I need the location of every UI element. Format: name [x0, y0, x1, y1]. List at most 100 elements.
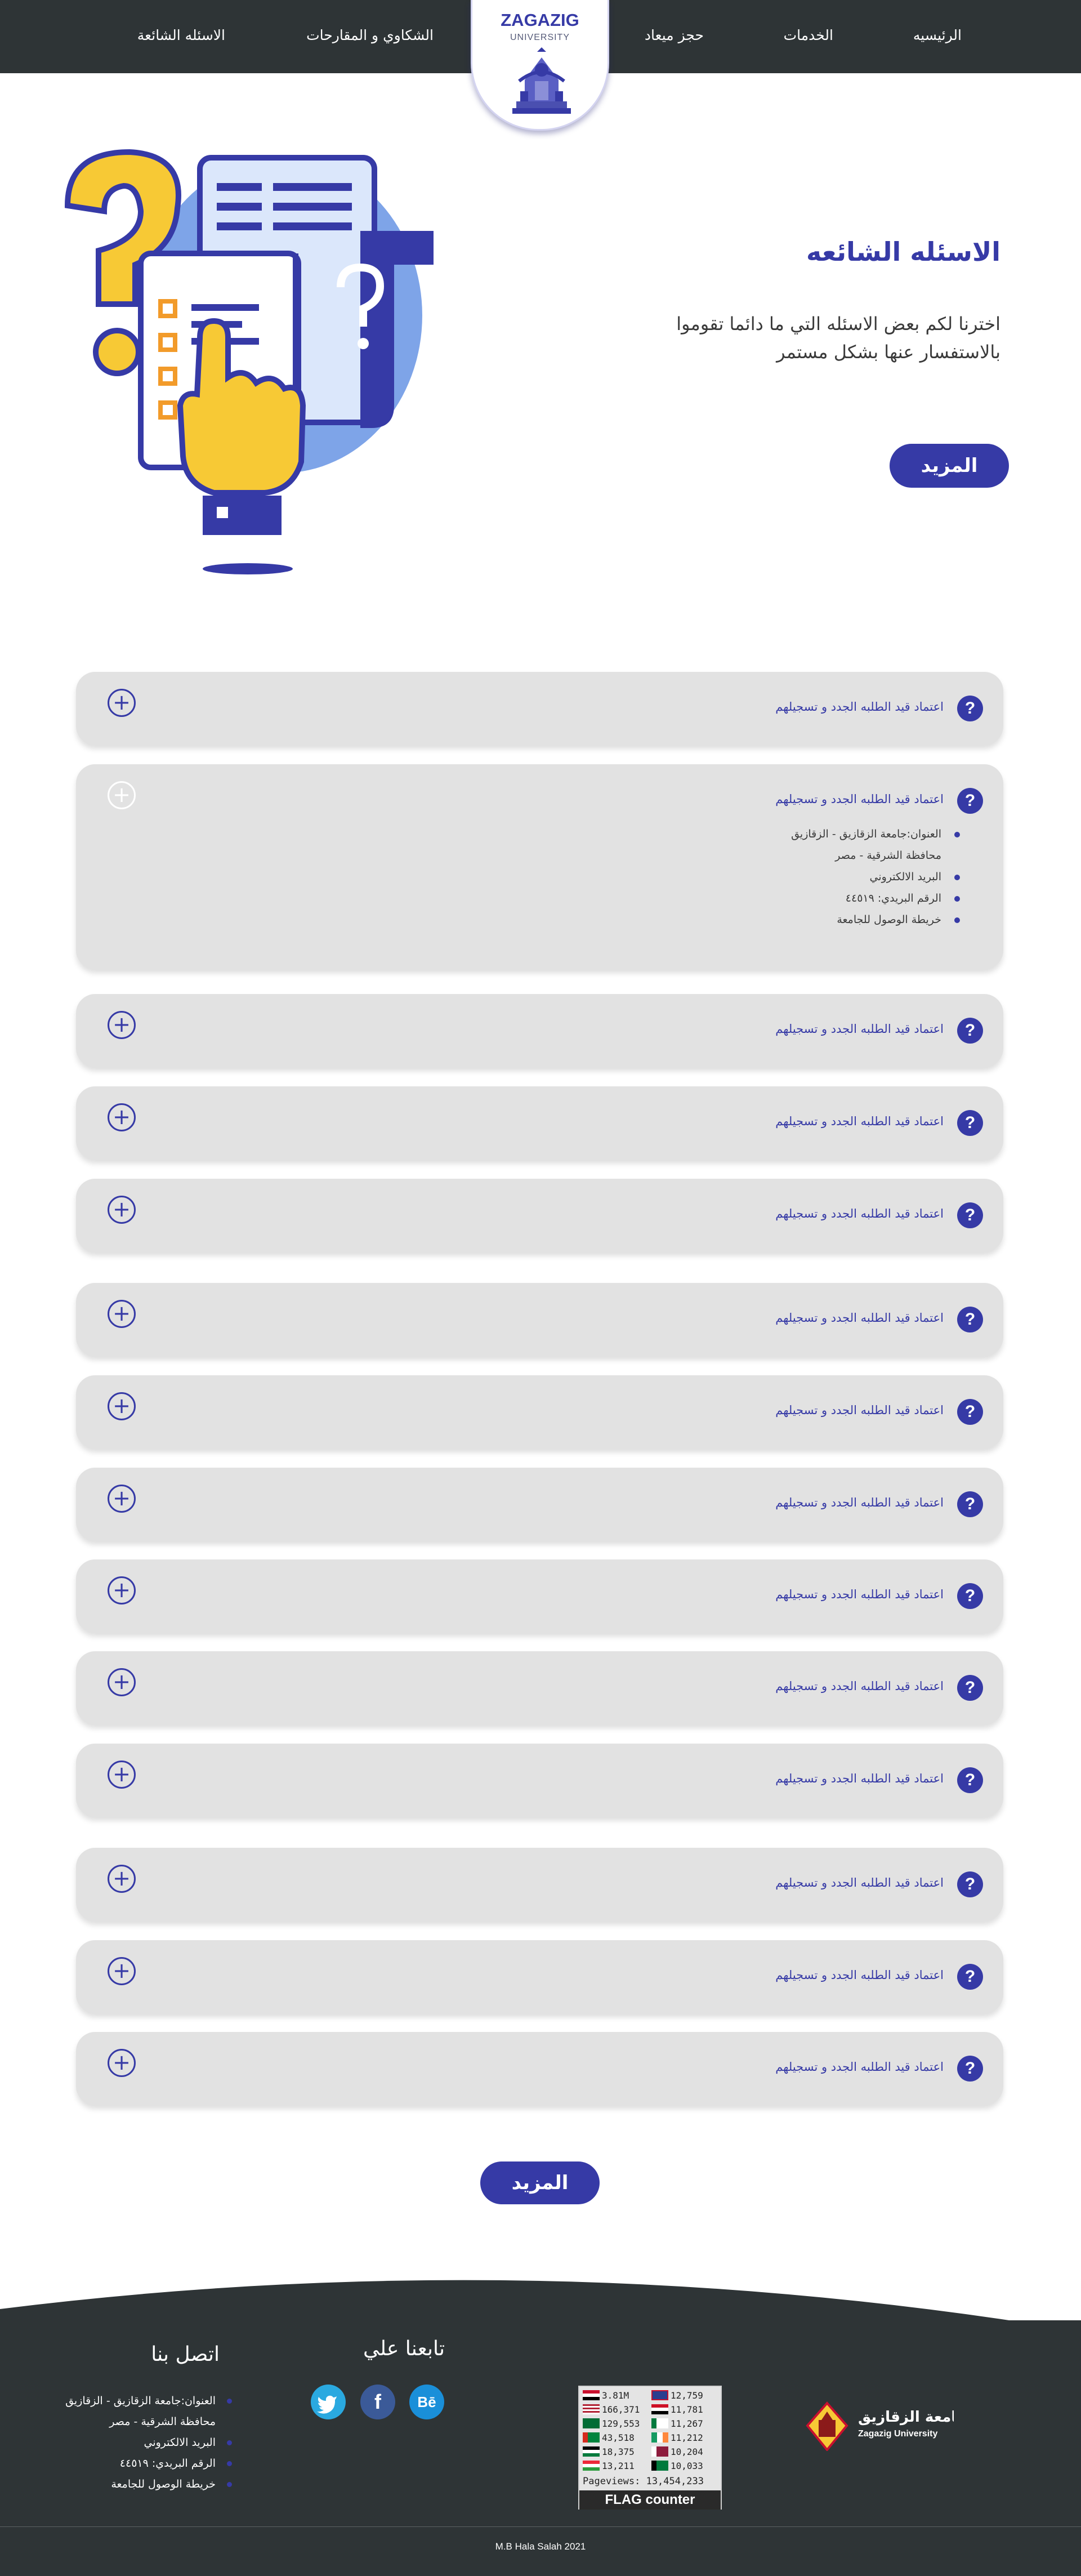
faq-question: اعتماد قيد الطلبه الجدد و تسجيلهم	[775, 1207, 944, 1220]
faq-question: اعتماد قيد الطلبه الجدد و تسجيلهم	[775, 1772, 944, 1785]
flag-usa-icon	[583, 2404, 600, 2414]
nav-link-home[interactable]: الرئيسيه	[913, 27, 962, 43]
counter-value: 11,212	[671, 2432, 703, 2443]
faq-question: اعتماد قيد الطلبه الجدد و تسجيلهم	[775, 700, 944, 714]
question-icon: ?	[957, 1110, 983, 1136]
flag-algeria-icon	[651, 2418, 668, 2428]
flag-uk-icon	[651, 2390, 668, 2400]
plus-icon[interactable]: +	[108, 1761, 136, 1789]
faq-question: اعتماد قيد الطلبه الجدد و تسجيلهم	[775, 1876, 944, 1889]
faq-item[interactable]: ? اعتماد قيد الطلبه الجدد و تسجيلهم +	[76, 1086, 1003, 1160]
contact-map-link[interactable]: خريطة الوصول للجامعة	[65, 2474, 232, 2495]
faq-item-expanded[interactable]: ? اعتماد قيد الطلبه الجدد و تسجيلهم + ال…	[76, 764, 1003, 969]
plus-icon[interactable]: +	[108, 1485, 136, 1513]
contact-address: العنوان:جامعة الزقازيق - الزقازيق	[65, 2391, 232, 2412]
faq-item[interactable]: ? اعتماد قيد الطلبه الجدد و تسجيلهم +	[76, 2032, 1003, 2105]
page-title: الاسئله الشائعه	[806, 237, 1000, 267]
faq-item[interactable]: ? اعتماد قيد الطلبه الجدد و تسجيلهم +	[76, 1375, 1003, 1449]
faq-illustration	[64, 149, 434, 574]
answer-map-link[interactable]: خريطة الوصول للجامعة	[791, 909, 960, 930]
plus-icon[interactable]: +	[108, 2049, 136, 2077]
plus-icon[interactable]: +	[108, 781, 136, 809]
question-icon: ?	[957, 2056, 983, 2082]
faq-item[interactable]: ? اعتماد قيد الطلبه الجدد و تسجيلهم +	[76, 1283, 1003, 1356]
question-icon: ?	[957, 788, 983, 814]
nav-link-services[interactable]: الخدمات	[784, 27, 833, 43]
answer-region: محافظة الشرقية - مصر	[835, 849, 941, 862]
plus-icon[interactable]: +	[108, 1576, 136, 1605]
logo-title: ZAGAZIG	[501, 10, 579, 30]
answer-postal: الرقم البريدي: ٤٤٥١٩	[791, 888, 960, 909]
counter-value: 10,204	[671, 2446, 703, 2457]
plus-icon[interactable]: +	[108, 1011, 136, 1039]
university-logo-english: Zagazig University	[858, 2429, 937, 2439]
zagazig-university-logo[interactable]: جامعة الزقازيق Zagazig University	[802, 2400, 954, 2451]
flag-uae-icon	[583, 2432, 600, 2443]
follow-heading: تابعنا علي	[363, 2337, 445, 2360]
faq-item[interactable]: ? اعتماد قيد الطلبه الجدد و تسجيلهم +	[76, 1468, 1003, 1541]
faq-question: اعتماد قيد الطلبه الجدد و تسجيلهم	[775, 1496, 944, 1509]
plus-icon[interactable]: +	[108, 1196, 136, 1224]
question-icon: ?	[957, 1871, 983, 1897]
faq-item[interactable]: ? اعتماد قيد الطلبه الجدد و تسجيلهم +	[76, 1940, 1003, 2013]
faq-item[interactable]: ? اعتماد قيد الطلبه الجدد و تسجيلهم +	[76, 1179, 1003, 1252]
university-logo-badge[interactable]: ZAGAZIG UNIVERSITY	[471, 0, 609, 131]
contact-email[interactable]: البريد الالكتروني	[65, 2432, 232, 2453]
nav-link-complaints[interactable]: الشكاوي و المقارحات	[306, 27, 434, 43]
answer-email[interactable]: البريد الالكتروني	[791, 866, 960, 888]
flag-kuwait-icon	[651, 2461, 668, 2471]
faq-question: اعتماد قيد الطلبه الجدد و تسجيلهم	[775, 1679, 944, 1693]
bullet-icon	[227, 2461, 232, 2466]
plus-icon[interactable]: +	[108, 1103, 136, 1131]
question-icon: ?	[957, 1583, 983, 1609]
faq-question: اعتماد قيد الطلبه الجدد و تسجيلهم	[775, 1588, 944, 1601]
question-icon: ?	[957, 1018, 983, 1044]
bullet-icon	[954, 832, 960, 837]
question-icon: ?	[957, 1767, 983, 1793]
facebook-button[interactable]: f	[360, 2385, 395, 2419]
bullet-icon	[954, 896, 960, 902]
question-icon: ?	[957, 1491, 983, 1517]
faq-question: اعتماد قيد الطلبه الجدد و تسجيلهم	[775, 2060, 944, 2074]
plus-icon[interactable]: +	[108, 1300, 136, 1328]
contact-heading: اتصل بنا	[151, 2343, 220, 2366]
faq-question: اعتماد قيد الطلبه الجدد و تسجيلهم	[775, 1311, 944, 1325]
faq-item[interactable]: ? اعتماد قيد الطلبه الجدد و تسجيلهم +	[76, 1559, 1003, 1633]
contact-region: محافظة الشرقية - مصر	[109, 2415, 216, 2428]
counter-value: 10,033	[671, 2461, 703, 2471]
faq-item[interactable]: ? اعتماد قيد الطلبه الجدد و تسجيلهم +	[76, 1744, 1003, 1817]
flag-jordan-icon	[583, 2446, 600, 2457]
faq-item[interactable]: ? اعتماد قيد الطلبه الجدد و تسجيلهم +	[76, 1848, 1003, 1921]
plus-icon[interactable]: +	[108, 1392, 136, 1420]
plus-icon[interactable]: +	[108, 689, 136, 717]
faq-question: اعتماد قيد الطلبه الجدد و تسجيلهم	[775, 1115, 944, 1128]
pageviews-count: Pageviews: 13,454,233	[583, 2476, 704, 2487]
faq-question: اعتماد قيد الطلبه الجدد و تسجيلهم	[775, 1968, 944, 1982]
logo-subtitle: UNIVERSITY	[510, 33, 570, 42]
more-button-faq[interactable]: المزيد	[480, 2161, 600, 2204]
question-icon: ?	[957, 1675, 983, 1701]
more-button-hero[interactable]: المزيد	[890, 444, 1009, 488]
footer-contact-list: العنوان:جامعة الزقازيق - الزقازيق محافظة…	[65, 2391, 232, 2495]
behance-icon: Bē	[417, 2394, 436, 2410]
faq-item[interactable]: ? اعتماد قيد الطلبه الجدد و تسجيلهم +	[76, 1651, 1003, 1724]
nav-link-booking[interactable]: حجز ميعاد	[645, 27, 704, 43]
counter-value: 12,759	[671, 2390, 703, 2401]
plus-icon[interactable]: +	[108, 1865, 136, 1893]
faq-answer-list: العنوان:جامعة الزقازيق - الزقازيق محافظة…	[791, 823, 960, 930]
faq-item[interactable]: ? اعتماد قيد الطلبه الجدد و تسجيلهم +	[76, 994, 1003, 1067]
flag-counter-widget[interactable]: 3.81M 12,759 166,371 11,781 129,553 11,2…	[578, 2386, 722, 2510]
flag-ireland-icon	[651, 2432, 668, 2443]
question-icon: ?	[957, 1399, 983, 1425]
behance-button[interactable]: Bē	[409, 2385, 444, 2419]
bullet-icon	[954, 917, 960, 923]
plus-icon[interactable]: +	[108, 1668, 136, 1696]
twitter-button[interactable]	[311, 2385, 346, 2419]
counter-value: 166,371	[602, 2404, 640, 2415]
nav-link-faq[interactable]: الاسئله الشائعة	[137, 27, 225, 43]
flag-saudi-icon	[583, 2418, 600, 2428]
flag-qatar-icon	[651, 2446, 668, 2457]
faq-item[interactable]: ? اعتماد قيد الطلبه الجدد و تسجيلهم +	[76, 672, 1003, 745]
plus-icon[interactable]: +	[108, 1957, 136, 1985]
copyright-text: M.B Hala Salah 2021	[495, 2541, 586, 2552]
